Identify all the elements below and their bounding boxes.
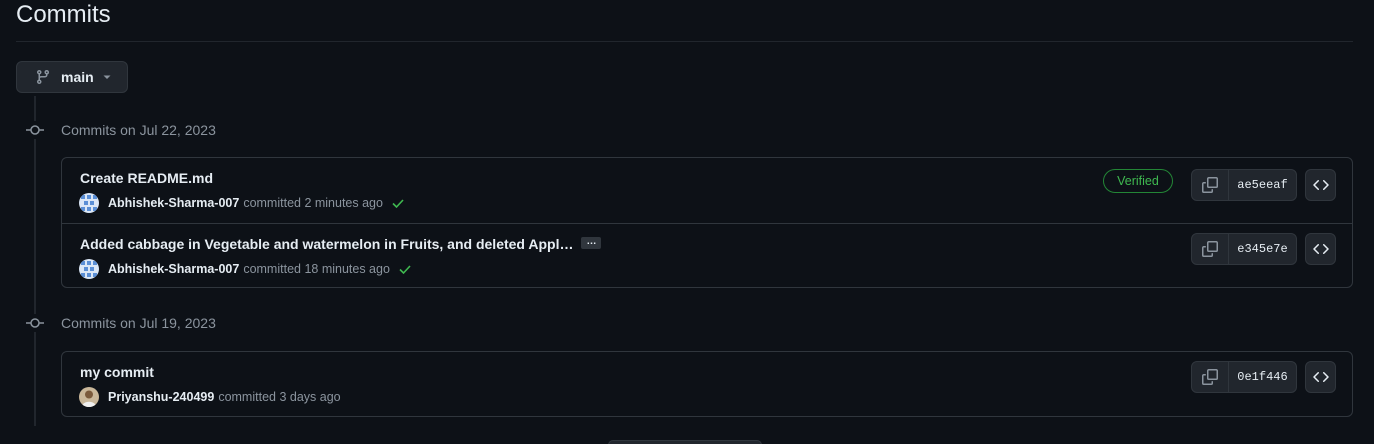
copy-icon [1202,241,1218,257]
verified-badge[interactable]: Verified [1103,169,1173,193]
code-icon [1312,371,1329,383]
page-title: Commits [16,1,111,28]
commit-sha-link[interactable]: ae5eeaf [1229,170,1296,200]
copy-icon [1202,177,1218,193]
commit-sha-link[interactable]: 0e1f446 [1229,362,1296,392]
triangle-down-icon [102,72,112,82]
commit-time: committed 18 minutes ago [243,262,390,276]
commit-message: Added cabbage in Vegetable and watermelo… [80,236,602,252]
browse-repo-button[interactable] [1305,169,1336,201]
commit-sha-link[interactable]: e345e7e [1229,234,1296,264]
copy-icon [1202,369,1218,385]
code-icon [1312,179,1329,191]
avatar[interactable] [79,193,99,213]
commit-row: Create README.md Abhishek-Sharma-007 com… [62,158,1352,223]
git-branch-icon [35,69,51,85]
git-commit-icon [26,314,44,332]
branch-label: main [61,69,94,85]
copy-sha-button[interactable] [1192,362,1229,392]
commit-row: my commit Priyanshu-240499 committed 3 d… [62,352,1352,416]
expand-message-button[interactable]: … [581,237,602,250]
title-divider [16,41,1353,42]
commit-time: committed 2 minutes ago [243,196,383,210]
commit-meta: Abhishek-Sharma-007 committed 18 minutes… [79,259,413,279]
copy-sha-button[interactable] [1192,170,1229,200]
commit-message-link[interactable]: Added cabbage in Vegetable and watermelo… [80,236,573,252]
branch-selector-button[interactable]: main [16,61,128,93]
commit-group-header: Commits on Jul 22, 2023 [26,120,216,140]
commits-page: Commits main Commits on Jul 22, 2023 Cre… [0,0,1374,444]
commit-author[interactable]: Abhishek-Sharma-007 [108,196,239,210]
sha-button-group: 0e1f446 [1191,361,1297,393]
check-icon[interactable] [390,195,406,211]
browse-repo-button[interactable] [1305,233,1336,265]
commit-author[interactable]: Priyanshu-240499 [108,390,214,404]
code-icon [1312,243,1329,255]
commit-list: Create README.md Abhishek-Sharma-007 com… [61,157,1353,288]
browse-repo-button[interactable] [1305,361,1336,393]
commit-list: my commit Priyanshu-240499 committed 3 d… [61,351,1353,417]
avatar[interactable] [79,387,99,407]
git-commit-icon [26,121,44,139]
timeline-line [34,96,36,426]
sha-button-group: e345e7e [1191,233,1297,265]
commit-meta: Priyanshu-240499 committed 3 days ago [79,387,341,407]
copy-sha-button[interactable] [1192,234,1229,264]
commit-group-header: Commits on Jul 19, 2023 [26,313,216,333]
avatar[interactable] [79,259,99,279]
check-icon[interactable] [397,261,413,277]
commit-time: committed 3 days ago [218,390,341,404]
commit-author[interactable]: Abhishek-Sharma-007 [108,262,239,276]
commit-message-link[interactable]: Create README.md [80,170,213,186]
sha-button-group: ae5eeaf [1191,169,1297,201]
commit-group-date: Commits on Jul 19, 2023 [61,315,216,331]
commit-message-link[interactable]: my commit [80,364,154,380]
commit-meta: Abhishek-Sharma-007 committed 2 minutes … [79,193,406,213]
commit-group-date: Commits on Jul 22, 2023 [61,122,216,138]
pagination-button[interactable] [608,440,762,444]
commit-row: Added cabbage in Vegetable and watermelo… [62,223,1352,287]
